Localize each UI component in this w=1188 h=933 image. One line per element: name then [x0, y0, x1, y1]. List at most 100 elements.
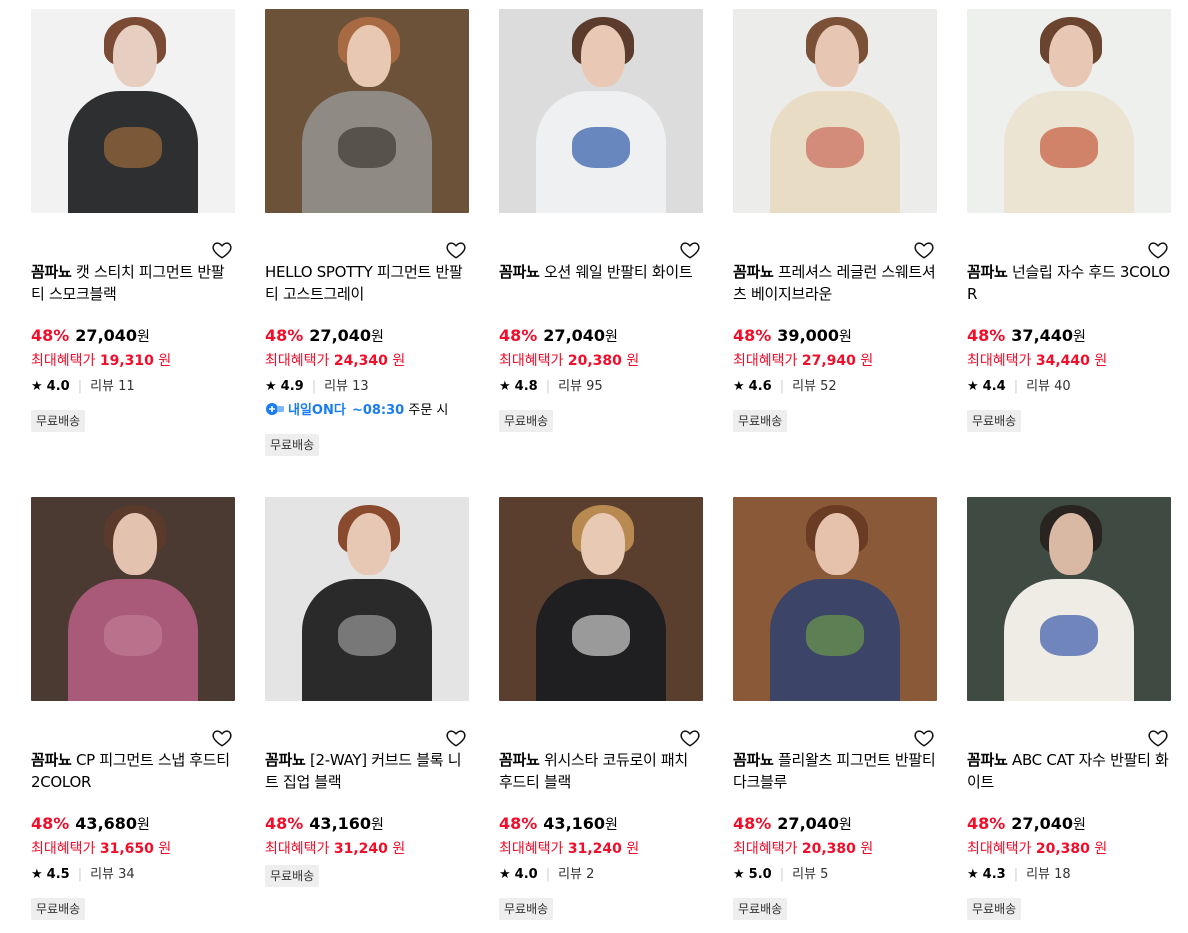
star-icon: ★ [265, 379, 277, 394]
product-brand[interactable]: 꼼파뇨 [265, 751, 306, 769]
review-label: 리뷰 [558, 867, 582, 882]
benefit-label: 최대혜택가 [499, 353, 564, 369]
product-image[interactable] [967, 9, 1171, 213]
product-image[interactable] [265, 9, 469, 213]
product-brand[interactable]: 꼼파뇨 [733, 263, 774, 281]
product-title[interactable]: 꼼파뇨 위시스타 코듀로이 패치 후드티 블랙 [499, 749, 705, 793]
rating-value: 4.0 [514, 867, 538, 882]
benefit-label: 최대혜택가 [31, 841, 96, 857]
rating-divider: | [77, 867, 83, 882]
benefit-label: 최대혜택가 [967, 353, 1032, 369]
product-card[interactable]: 꼼파뇨 캣 스티치 피그먼트 반팔티 스모크블랙 48% 27,040원 최대혜택가 … [31, 9, 236, 439]
currency-unit: 원 [605, 817, 618, 833]
wishlist-heart-icon[interactable] [445, 239, 467, 261]
wishlist-heart-icon[interactable] [679, 239, 701, 261]
review-label: 리뷰 [1026, 379, 1050, 394]
max-benefit-price: 최대혜택가 31,240 원 [499, 840, 639, 858]
product-image[interactable] [31, 497, 235, 701]
wishlist-heart-icon[interactable] [211, 727, 233, 749]
discount-rate: 48% [31, 326, 70, 345]
price-row: 48% 27,040원 [499, 326, 618, 347]
wishlist-heart-icon[interactable] [679, 727, 701, 749]
rating-row: ★ 4.3 | 리뷰 18 [967, 866, 1071, 884]
product-brand[interactable]: 꼼파뇨 [31, 751, 72, 769]
product-name[interactable]: 오션 웨일 반팔티 화이트 [544, 263, 693, 281]
price-row: 48% 27,040원 [265, 326, 384, 347]
rating-divider: | [311, 379, 317, 394]
free-shipping-badge: 무료배송 [265, 865, 320, 887]
rating-row: ★ 4.9 | 리뷰 13 [265, 378, 369, 396]
product-card[interactable]: 꼼파뇨 플리왈츠 피그먼트 반팔티 다크블루 48% 27,040원 최대혜택가 20… [733, 497, 938, 927]
product-name[interactable]: HELLO SPOTTY 피그먼트 반팔티 고스트그레이 [265, 263, 463, 303]
product-card[interactable]: 꼼파뇨 ABC CAT 자수 반팔티 화이트 48% 27,040원 최대혜택가 20… [967, 497, 1172, 927]
product-brand[interactable]: 꼼파뇨 [499, 751, 540, 769]
product-card[interactable]: HELLO SPOTTY 피그먼트 반팔티 고스트그레이 48% 27,040원최대… [265, 9, 471, 456]
product-image[interactable] [733, 9, 937, 213]
product-title[interactable]: 꼼파뇨 [2-WAY] 커브드 블록 니트 집업 블랙 [265, 749, 471, 793]
wishlist-heart-icon[interactable] [1147, 239, 1169, 261]
product-image-face [1048, 25, 1094, 87]
max-benefit-price: 최대혜택가 34,440 원 [967, 352, 1107, 370]
product-image-face [814, 25, 860, 87]
product-image[interactable] [499, 9, 703, 213]
product-card[interactable]: 꼼파뇨 위시스타 코듀로이 패치 후드티 블랙 48% 43,160원 최대혜택가 3… [499, 497, 704, 927]
product-image[interactable] [733, 497, 937, 701]
delivery-time: ~08:30 [351, 403, 405, 418]
product-title[interactable]: 꼼파뇨 플리왈츠 피그먼트 반팔티 다크블루 [733, 749, 939, 793]
free-shipping-badge: 무료배송 [733, 410, 788, 432]
wishlist-heart-icon[interactable] [445, 727, 467, 749]
product-card[interactable]: 꼼파뇨 CP 피그먼트 스냅 후드티 2COLOR 48% 43,680원 최대혜택가… [31, 497, 236, 927]
benefit-value: 20,380 [1035, 841, 1090, 857]
product-image[interactable] [499, 497, 703, 701]
product-image[interactable] [265, 497, 469, 701]
product-image[interactable] [967, 497, 1171, 701]
product-brand[interactable]: 꼼파뇨 [733, 751, 774, 769]
free-shipping-badge: 무료배송 [499, 410, 554, 432]
product-brand[interactable]: 꼼파뇨 [499, 263, 540, 281]
review-count: 13 [352, 379, 369, 394]
product-title[interactable]: 꼼파뇨 ABC CAT 자수 반팔티 화이트 [967, 749, 1173, 793]
sale-price: 39,000 [777, 326, 840, 345]
benefit-label: 최대혜택가 [265, 353, 330, 369]
product-image-print [1040, 615, 1098, 657]
benefit-value: 31,240 [333, 841, 388, 857]
product-card[interactable]: 꼼파뇨 넌슬립 자수 후드 3COLOR 48% 37,440원 최대혜택가 34,4… [967, 9, 1172, 439]
wishlist-heart-icon[interactable] [913, 727, 935, 749]
benefit-value: 20,380 [567, 353, 622, 369]
wishlist-heart-icon[interactable] [1147, 727, 1169, 749]
product-title[interactable]: 꼼파뇨 오션 웨일 반팔티 화이트 [499, 261, 705, 283]
wishlist-heart-icon[interactable] [913, 239, 935, 261]
product-card[interactable]: 꼼파뇨 오션 웨일 반팔티 화이트 48% 27,040원 최대혜택가 20,380 … [499, 9, 704, 439]
currency-unit: 원 [605, 329, 618, 345]
currency-unit: 원 [839, 329, 852, 345]
product-brand[interactable]: 꼼파뇨 [967, 751, 1008, 769]
discount-rate: 48% [733, 326, 772, 345]
wishlist-heart-icon[interactable] [211, 239, 233, 261]
discount-rate: 48% [265, 814, 304, 833]
benefit-value: 19,310 [99, 353, 154, 369]
discount-rate: 48% [733, 814, 772, 833]
product-image-print [338, 615, 396, 657]
product-brand[interactable]: 꼼파뇨 [967, 263, 1008, 281]
product-card[interactable]: 꼼파뇨 프레셔스 레글런 스웨트셔츠 베이지브라운 48% 39,000원 최대혜택가… [733, 9, 938, 439]
product-image[interactable] [31, 9, 235, 213]
review-label: 리뷰 [90, 379, 114, 394]
benefit-currency: 원 [626, 841, 640, 857]
currency-unit: 원 [1073, 817, 1086, 833]
product-brand[interactable]: 꼼파뇨 [31, 263, 72, 281]
product-title[interactable]: 꼼파뇨 CP 피그먼트 스냅 후드티 2COLOR [31, 749, 237, 793]
product-image-face [112, 513, 158, 575]
benefit-currency: 원 [392, 841, 406, 857]
review-count: 34 [118, 867, 135, 882]
product-image-print [572, 615, 630, 657]
product-title[interactable]: HELLO SPOTTY 피그먼트 반팔티 고스트그레이 [265, 261, 471, 305]
product-card[interactable]: 꼼파뇨 [2-WAY] 커브드 블록 니트 집업 블랙 48% 43,160원 최대혜… [265, 497, 470, 927]
benefit-value: 27,940 [801, 353, 856, 369]
product-title[interactable]: 꼼파뇨 캣 스티치 피그먼트 반팔티 스모크블랙 [31, 261, 237, 305]
rating-row: ★ 4.0 | 리뷰 2 [499, 866, 594, 884]
sale-price: 27,040 [1011, 814, 1074, 833]
max-benefit-price: 최대혜택가 31,240 원 [265, 840, 405, 858]
product-title[interactable]: 꼼파뇨 프레셔스 레글런 스웨트셔츠 베이지브라운 [733, 261, 939, 305]
product-title[interactable]: 꼼파뇨 넌슬립 자수 후드 3COLOR [967, 261, 1173, 305]
product-image-face [1048, 513, 1094, 575]
